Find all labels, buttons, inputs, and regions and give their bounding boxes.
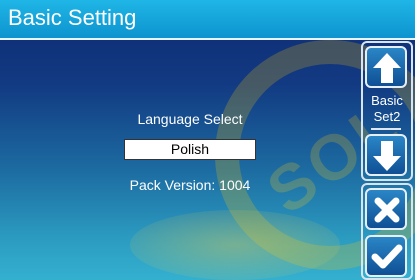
watermark-glow [130, 210, 340, 280]
arrow-up-icon [373, 53, 401, 83]
close-icon [374, 197, 400, 223]
pack-version-label: Pack Version: 1004 [129, 177, 251, 193]
page-up-button[interactable] [365, 46, 407, 88]
language-select-field[interactable]: Polish [124, 139, 256, 160]
page-down-button[interactable] [365, 134, 407, 176]
confirm-button[interactable] [365, 235, 407, 277]
screen: SOL Basic Setting Language Select Polish… [0, 0, 415, 280]
arrow-down-icon [373, 141, 401, 171]
title-bar: Basic Setting [0, 0, 415, 40]
check-icon [371, 244, 403, 269]
language-select-label: Language Select [137, 111, 243, 127]
divider [371, 128, 401, 130]
page-indicator-line1: Basic [371, 93, 403, 108]
page-title: Basic Setting [8, 5, 137, 30]
cancel-button[interactable] [365, 188, 407, 230]
page-indicator-line2: Set2 [373, 109, 401, 124]
